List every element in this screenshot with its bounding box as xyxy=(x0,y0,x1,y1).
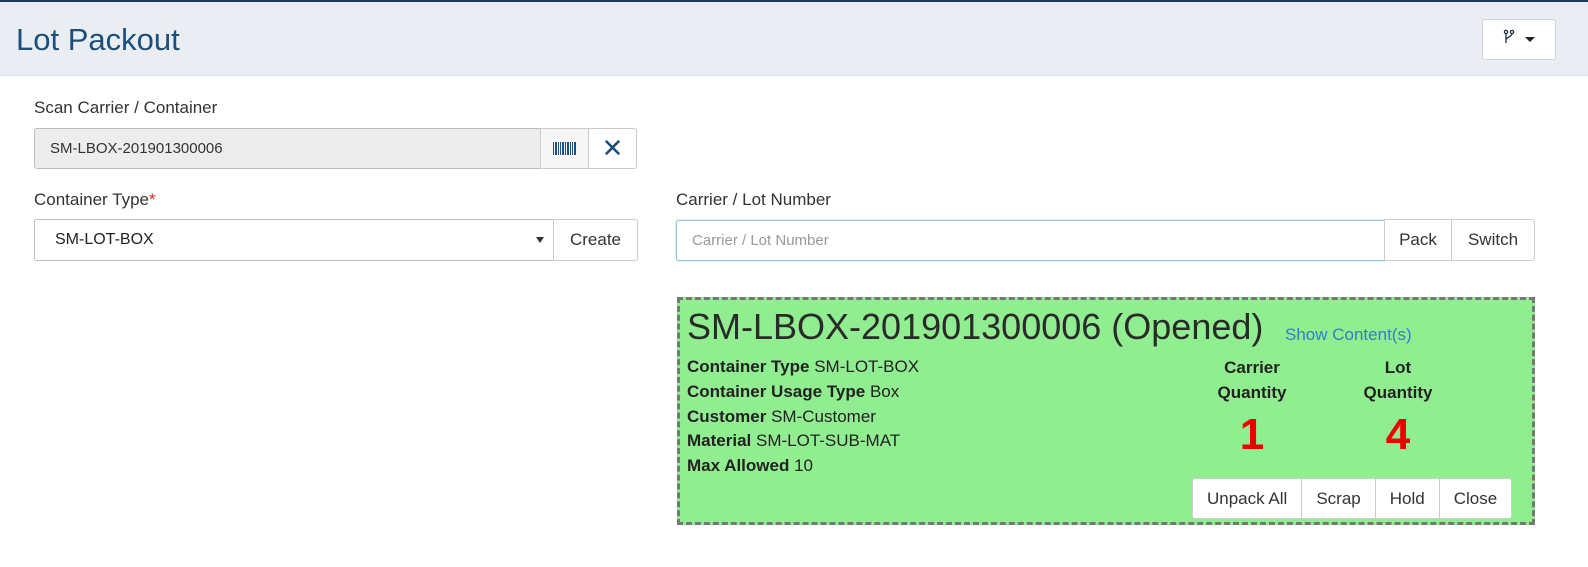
lot-number-label: Carrier / Lot Number xyxy=(676,190,831,209)
lot-number-input[interactable] xyxy=(676,220,1385,261)
barcode-scan-button[interactable] xyxy=(540,128,589,169)
info-customer: Customer SM-Customer xyxy=(687,407,876,426)
carrier-quantity-label: Carrier Quantity xyxy=(1217,358,1287,402)
page-title: Lot Packout xyxy=(16,22,180,57)
barcode-icon xyxy=(553,142,576,155)
pack-button[interactable]: Pack xyxy=(1384,219,1452,261)
lot-quantity-label: Lot Quantity xyxy=(1363,358,1433,402)
info-max-allowed: Max Allowed 10 xyxy=(687,456,813,475)
info-container-usage-type: Container Usage Type Box xyxy=(687,382,900,401)
container-type-label-text: Container Type xyxy=(34,190,149,209)
branch-icon xyxy=(1503,29,1515,50)
show-contents-link[interactable]: Show Content(s) xyxy=(1285,325,1412,345)
container-actions: Unpack All Scrap Hold Close xyxy=(1192,478,1513,519)
container-title: SM-LBOX-201901300006 (Opened) xyxy=(687,306,1264,347)
select-caret-icon xyxy=(536,237,544,243)
header-menu-button[interactable] xyxy=(1482,19,1556,60)
info-container-type: Container Type SM-LOT-BOX xyxy=(687,357,920,376)
switch-button[interactable]: Switch xyxy=(1451,219,1535,261)
scan-label: Scan Carrier / Container xyxy=(34,98,218,117)
container-card: SM-LBOX-201901300006 (Opened) Show Conte… xyxy=(677,297,1535,525)
required-marker: * xyxy=(148,190,156,209)
chevron-down-icon xyxy=(1525,37,1535,42)
carrier-quantity-value: 1 xyxy=(1239,410,1265,459)
clear-scan-button[interactable]: ✕ xyxy=(588,128,637,169)
page-header: Lot Packout xyxy=(0,2,1588,76)
scan-carrier-input[interactable] xyxy=(34,128,541,169)
scrap-button[interactable]: Scrap xyxy=(1301,478,1376,519)
container-type-label: Container Type* xyxy=(34,190,156,210)
unpack-all-button[interactable]: Unpack All xyxy=(1192,478,1303,519)
hold-button[interactable]: Hold xyxy=(1374,478,1440,519)
info-material: Material SM-LOT-SUB-MAT xyxy=(687,431,901,450)
create-button[interactable]: Create xyxy=(553,219,638,261)
close-button[interactable]: Close xyxy=(1438,478,1513,519)
close-icon: ✕ xyxy=(601,133,624,163)
lot-quantity-value: 4 xyxy=(1385,410,1411,459)
container-type-selected: SM-LOT-BOX xyxy=(55,231,154,248)
container-type-select[interactable]: SM-LOT-BOX xyxy=(34,219,554,261)
